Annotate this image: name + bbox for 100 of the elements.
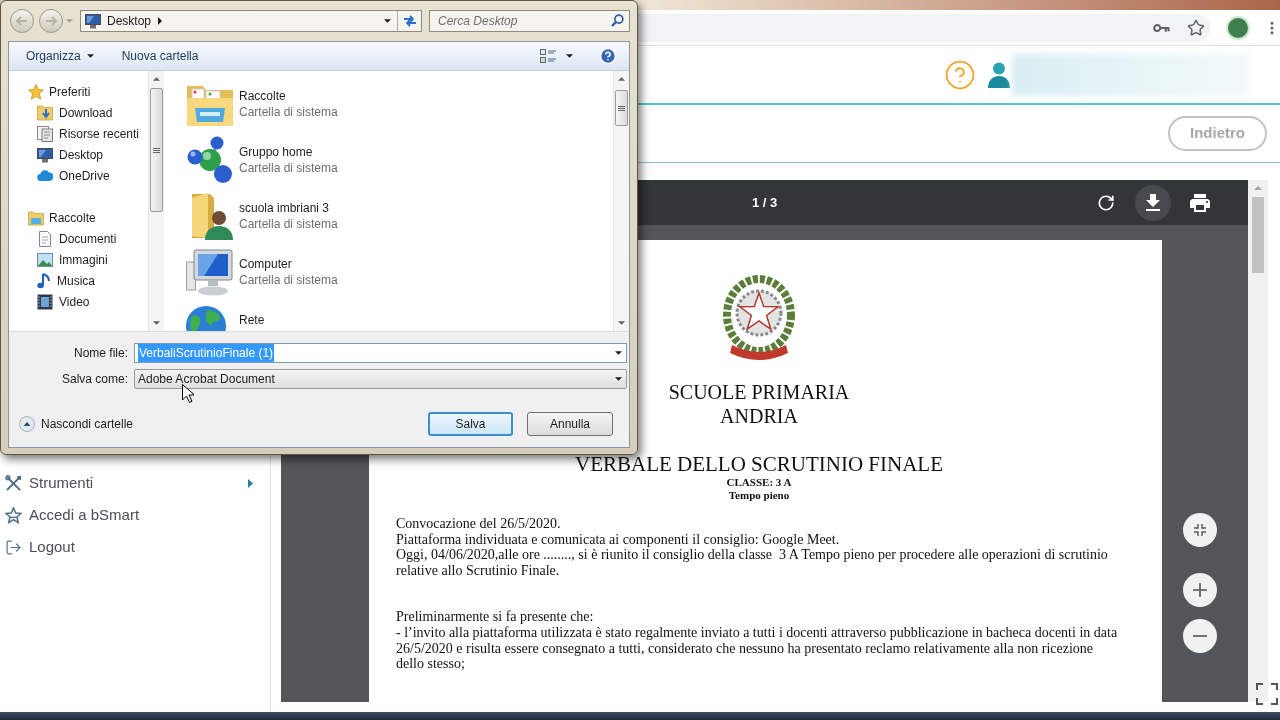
nav-item[interactable]: Preferiti xyxy=(9,81,148,102)
field-label: Salva come: xyxy=(60,371,128,388)
file-type: Cartella di sistema xyxy=(239,272,338,288)
rotate-icon xyxy=(1097,193,1115,212)
sidebar-item[interactable]: Strumenti xyxy=(0,467,270,499)
file-type: Cartella di sistema xyxy=(239,104,338,120)
save-type-dropdown[interactable]: Adobe Acrobat Document xyxy=(134,369,627,389)
paragraph: - l’invito alla piattaforma utilizzata è stato regalmente inviato a tutti i docenti attraverso pubblicazione in bacheca docenti in data 26/5/2020 e risulta essere consegnato a tutti, considerato che nessuno ha presentato reclamo relativamente alla non ricezione dello stesso; xyxy=(396,624,1119,672)
fit-to-page-button[interactable] xyxy=(1183,513,1217,547)
scrollbar-thumb[interactable] xyxy=(1252,197,1264,273)
schedule-label: Tempo pieno xyxy=(728,489,790,502)
page-indicator: 1 / 3 xyxy=(752,193,778,212)
city-name: ANDRIA xyxy=(720,404,798,428)
nav-item[interactable]: Documenti xyxy=(9,228,148,249)
star-outline-icon xyxy=(5,506,22,524)
document-icon xyxy=(37,230,53,247)
sidebar-item[interactable]: Logout xyxy=(0,531,270,563)
nav-item[interactable]: Immagini xyxy=(9,249,148,270)
download-icon xyxy=(1146,194,1160,211)
help-icon xyxy=(944,58,976,91)
caret-right-icon xyxy=(248,478,253,488)
address-bar[interactable]: Desktop xyxy=(80,10,422,32)
nav-item[interactable]: Download xyxy=(9,102,148,123)
crossed-tools-icon xyxy=(5,474,22,492)
nav-item[interactable]: OneDrive xyxy=(9,165,148,186)
caret-down-icon xyxy=(66,19,73,23)
network-spheres-icon xyxy=(186,136,234,184)
monitor-icon xyxy=(37,146,53,163)
nav-item[interactable]: Desktop xyxy=(9,144,148,165)
caret-down-icon xyxy=(383,19,391,23)
search-icon xyxy=(611,14,624,27)
logout-icon xyxy=(5,538,22,556)
key-icon xyxy=(1152,22,1170,33)
document-title: VERBALE DELLO SCRUTINIO FINALE xyxy=(574,452,944,476)
cloud-icon xyxy=(37,170,53,181)
file-item[interactable]: Gruppo home Cartella di sistema xyxy=(186,132,613,188)
library-folder-icon xyxy=(28,209,44,226)
help-icon xyxy=(599,47,617,65)
print-icon xyxy=(1190,193,1210,212)
recent-places-icon xyxy=(37,125,53,142)
view-list-icon xyxy=(540,49,556,63)
star-icon xyxy=(1187,18,1205,37)
school-name: SCUOLE PRIMARIA xyxy=(668,380,850,404)
fit-corners-icon xyxy=(1194,524,1206,536)
search-field[interactable]: Cerca Desktop xyxy=(429,10,630,32)
file-name: scuola imbriani 3 xyxy=(239,200,331,216)
caret-down-icon xyxy=(86,54,94,58)
file-name: Raccolte xyxy=(239,88,287,104)
caret-up-icon xyxy=(618,77,625,81)
paragraph: Piattaforma individuata e comunicata ai componenti il consiglio: Google Meet. xyxy=(396,531,841,548)
caret-down-icon xyxy=(153,321,160,325)
grip-icon xyxy=(153,147,160,153)
scrollbar-thumb[interactable] xyxy=(615,90,628,126)
zoom-out-button[interactable] xyxy=(1183,619,1217,653)
arrow-right-icon xyxy=(45,16,57,26)
file-type: Cartella di sistema xyxy=(239,216,338,232)
minus-icon xyxy=(1193,635,1207,637)
breadcrumb-item[interactable]: Desktop xyxy=(105,12,154,30)
caret-down-icon xyxy=(615,377,622,381)
zoom-in-button[interactable] xyxy=(1183,573,1217,607)
caret-up-icon xyxy=(1254,186,1262,190)
file-item[interactable]: scuola imbriani 3 Cartella di sistema xyxy=(186,188,613,244)
chevron-up-circle-icon xyxy=(19,416,35,432)
help-button[interactable] xyxy=(599,47,617,65)
caret-down-icon xyxy=(618,321,625,325)
toolbar-button[interactable]: Nuova cartella xyxy=(113,45,207,67)
download-button[interactable] xyxy=(1135,184,1171,221)
file-item[interactable]: Raccolte Cartella di sistema xyxy=(186,76,613,132)
sidebar-item[interactable]: Accedi a bSmart xyxy=(0,499,270,531)
caret-up-icon xyxy=(153,77,160,81)
computer-monitor-icon xyxy=(186,248,234,296)
class-label: CLASSE: 3 A xyxy=(726,476,792,489)
cancel-button[interactable]: Annulla xyxy=(527,412,613,436)
grip-icon xyxy=(618,105,625,111)
nav-item[interactable]: Musica xyxy=(9,270,148,291)
menu-button[interactable]: Organizza xyxy=(18,45,102,67)
music-note-icon xyxy=(37,272,51,289)
scrollbar-thumb[interactable] xyxy=(150,88,163,212)
file-item[interactable]: Computer Cartella di sistema xyxy=(186,244,613,300)
paragraph: Oggi, 04/06/2020,alle ore ........, si è riunito il consiglio della classe 3 A Tempo pieno per procedere alle operazioni di scrutinio relative allo Scrutinio Finale. xyxy=(396,547,1109,579)
mouse-pointer-icon xyxy=(182,384,194,403)
star-emblem-icon xyxy=(722,275,796,361)
arrow-left-icon xyxy=(16,16,28,26)
user-icon[interactable] xyxy=(988,61,1010,88)
nav-item[interactable]: Raccolte xyxy=(9,207,148,228)
file-name: Rete xyxy=(239,312,265,328)
nav-item[interactable]: Risorse recenti xyxy=(9,123,148,144)
avatar-icon[interactable] xyxy=(1226,15,1250,40)
caret-down-icon xyxy=(566,54,573,58)
paragraph: Convocazione del 26/5/2020. xyxy=(396,516,562,532)
nav-item[interactable]: Video xyxy=(9,291,148,312)
bookmark-button[interactable] xyxy=(1186,17,1206,38)
file-name: Computer xyxy=(239,256,293,272)
fullscreen-icon[interactable] xyxy=(1256,683,1278,705)
paragraph: Preliminarmente si fa presente che: xyxy=(396,609,595,625)
star-icon xyxy=(28,83,44,100)
hide-folders-button[interactable]: Nascondi cartelle xyxy=(19,415,134,433)
refresh-arrows-icon xyxy=(402,15,417,27)
download-folder-icon xyxy=(37,104,53,121)
save-button[interactable]: Salva xyxy=(428,412,513,436)
